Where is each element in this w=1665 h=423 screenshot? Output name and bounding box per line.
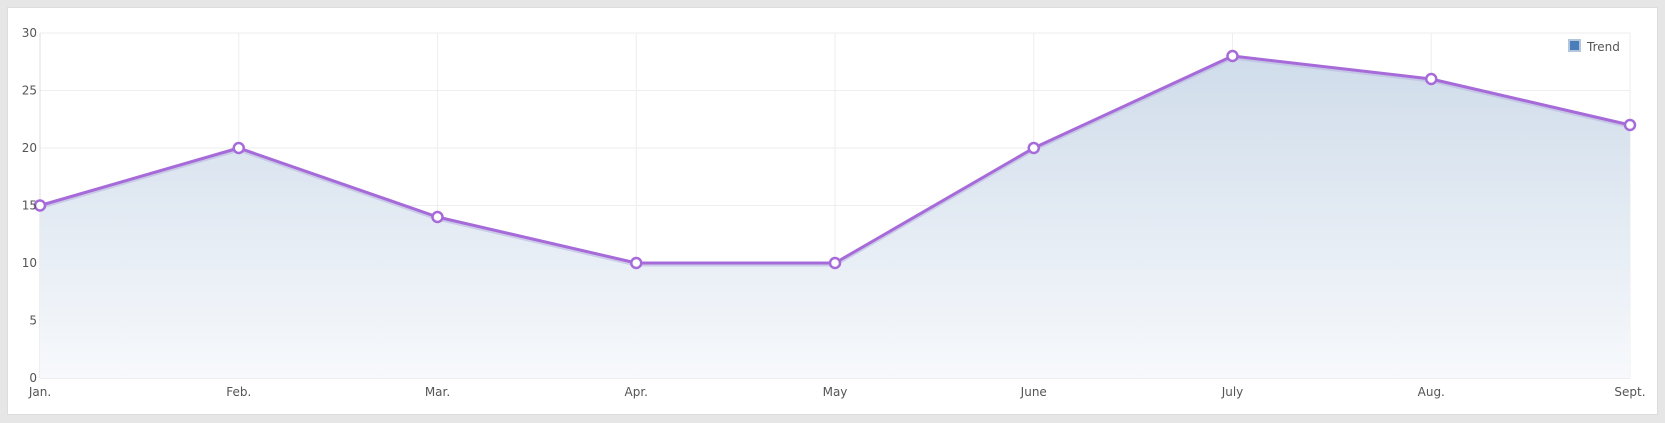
x-axis-ticks: Jan. Feb. Mar. Apr. May June July Aug. Sept. bbox=[28, 385, 1646, 399]
x-tick-label-2: Mar. bbox=[425, 385, 450, 399]
y-tick-label-5: 25 bbox=[22, 84, 37, 98]
y-tick-label-0: 0 bbox=[29, 371, 37, 385]
x-tick-label-4: May bbox=[823, 385, 848, 399]
data-point-6[interactable] bbox=[1226, 49, 1239, 63]
y-tick-label-2: 10 bbox=[22, 256, 37, 270]
data-point-7[interactable] bbox=[1425, 72, 1438, 86]
data-point-5[interactable] bbox=[1027, 141, 1040, 155]
y-tick-label-6: 30 bbox=[22, 26, 37, 40]
x-tick-label-7: Aug. bbox=[1418, 385, 1445, 399]
x-tick-label-3: Apr. bbox=[625, 385, 648, 399]
y-tick-label-4: 20 bbox=[22, 141, 37, 155]
legend-swatch-trend bbox=[1568, 39, 1581, 52]
data-point-3[interactable] bbox=[630, 256, 643, 270]
x-tick-label-5: June bbox=[1020, 385, 1047, 399]
y-tick-label-1: 5 bbox=[29, 314, 37, 328]
y-tick-label-3: 15 bbox=[22, 199, 37, 213]
y-axis-ticks: 0 5 10 15 20 25 30 bbox=[22, 26, 37, 385]
data-point-8[interactable] bbox=[1623, 118, 1637, 132]
x-tick-label-6: July bbox=[1221, 385, 1244, 399]
x-tick-label-8: Sept. bbox=[1614, 385, 1645, 399]
x-tick-label-0: Jan. bbox=[28, 385, 51, 399]
legend[interactable]: Trend bbox=[1568, 39, 1620, 54]
data-point-4[interactable] bbox=[828, 256, 842, 270]
data-point-2[interactable] bbox=[431, 210, 444, 224]
x-tick-label-1: Feb. bbox=[226, 385, 251, 399]
data-point-1[interactable] bbox=[232, 141, 245, 155]
legend-label-trend: Trend bbox=[1586, 40, 1620, 54]
area-chart: 0 5 10 15 20 25 30 Jan. Feb. Mar. Apr. May June July… bbox=[22, 26, 1646, 399]
